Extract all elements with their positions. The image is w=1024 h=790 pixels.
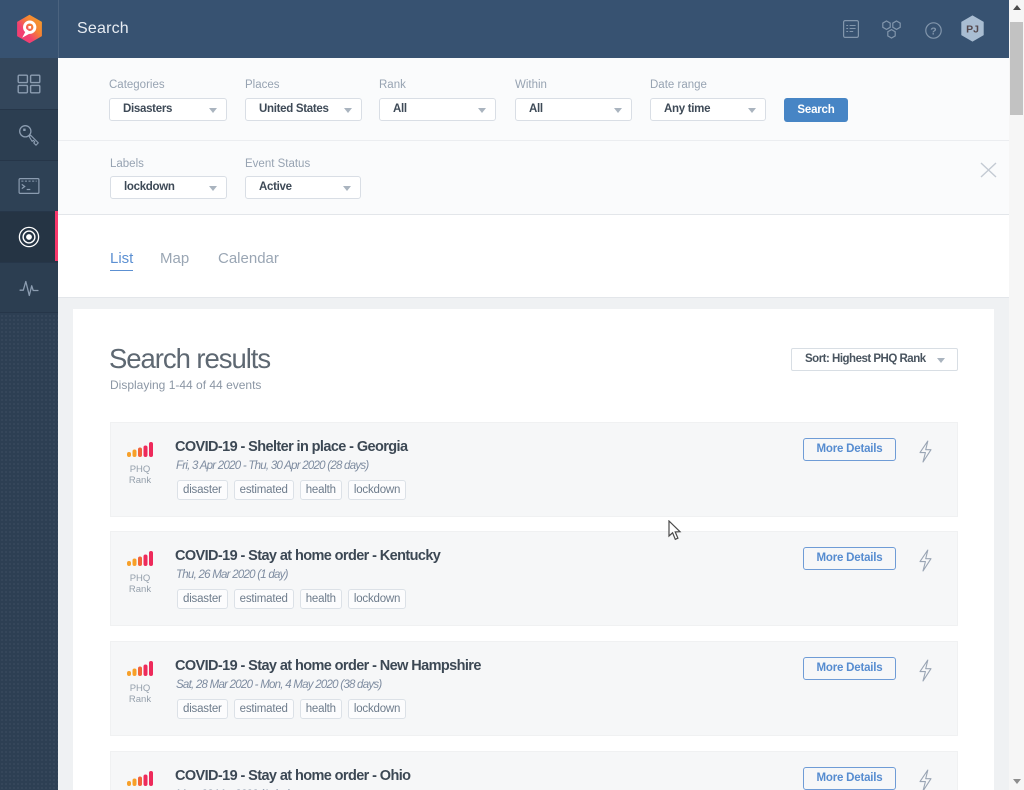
svg-text:?: ? bbox=[930, 25, 936, 37]
svg-text:PJ: PJ bbox=[966, 24, 979, 36]
